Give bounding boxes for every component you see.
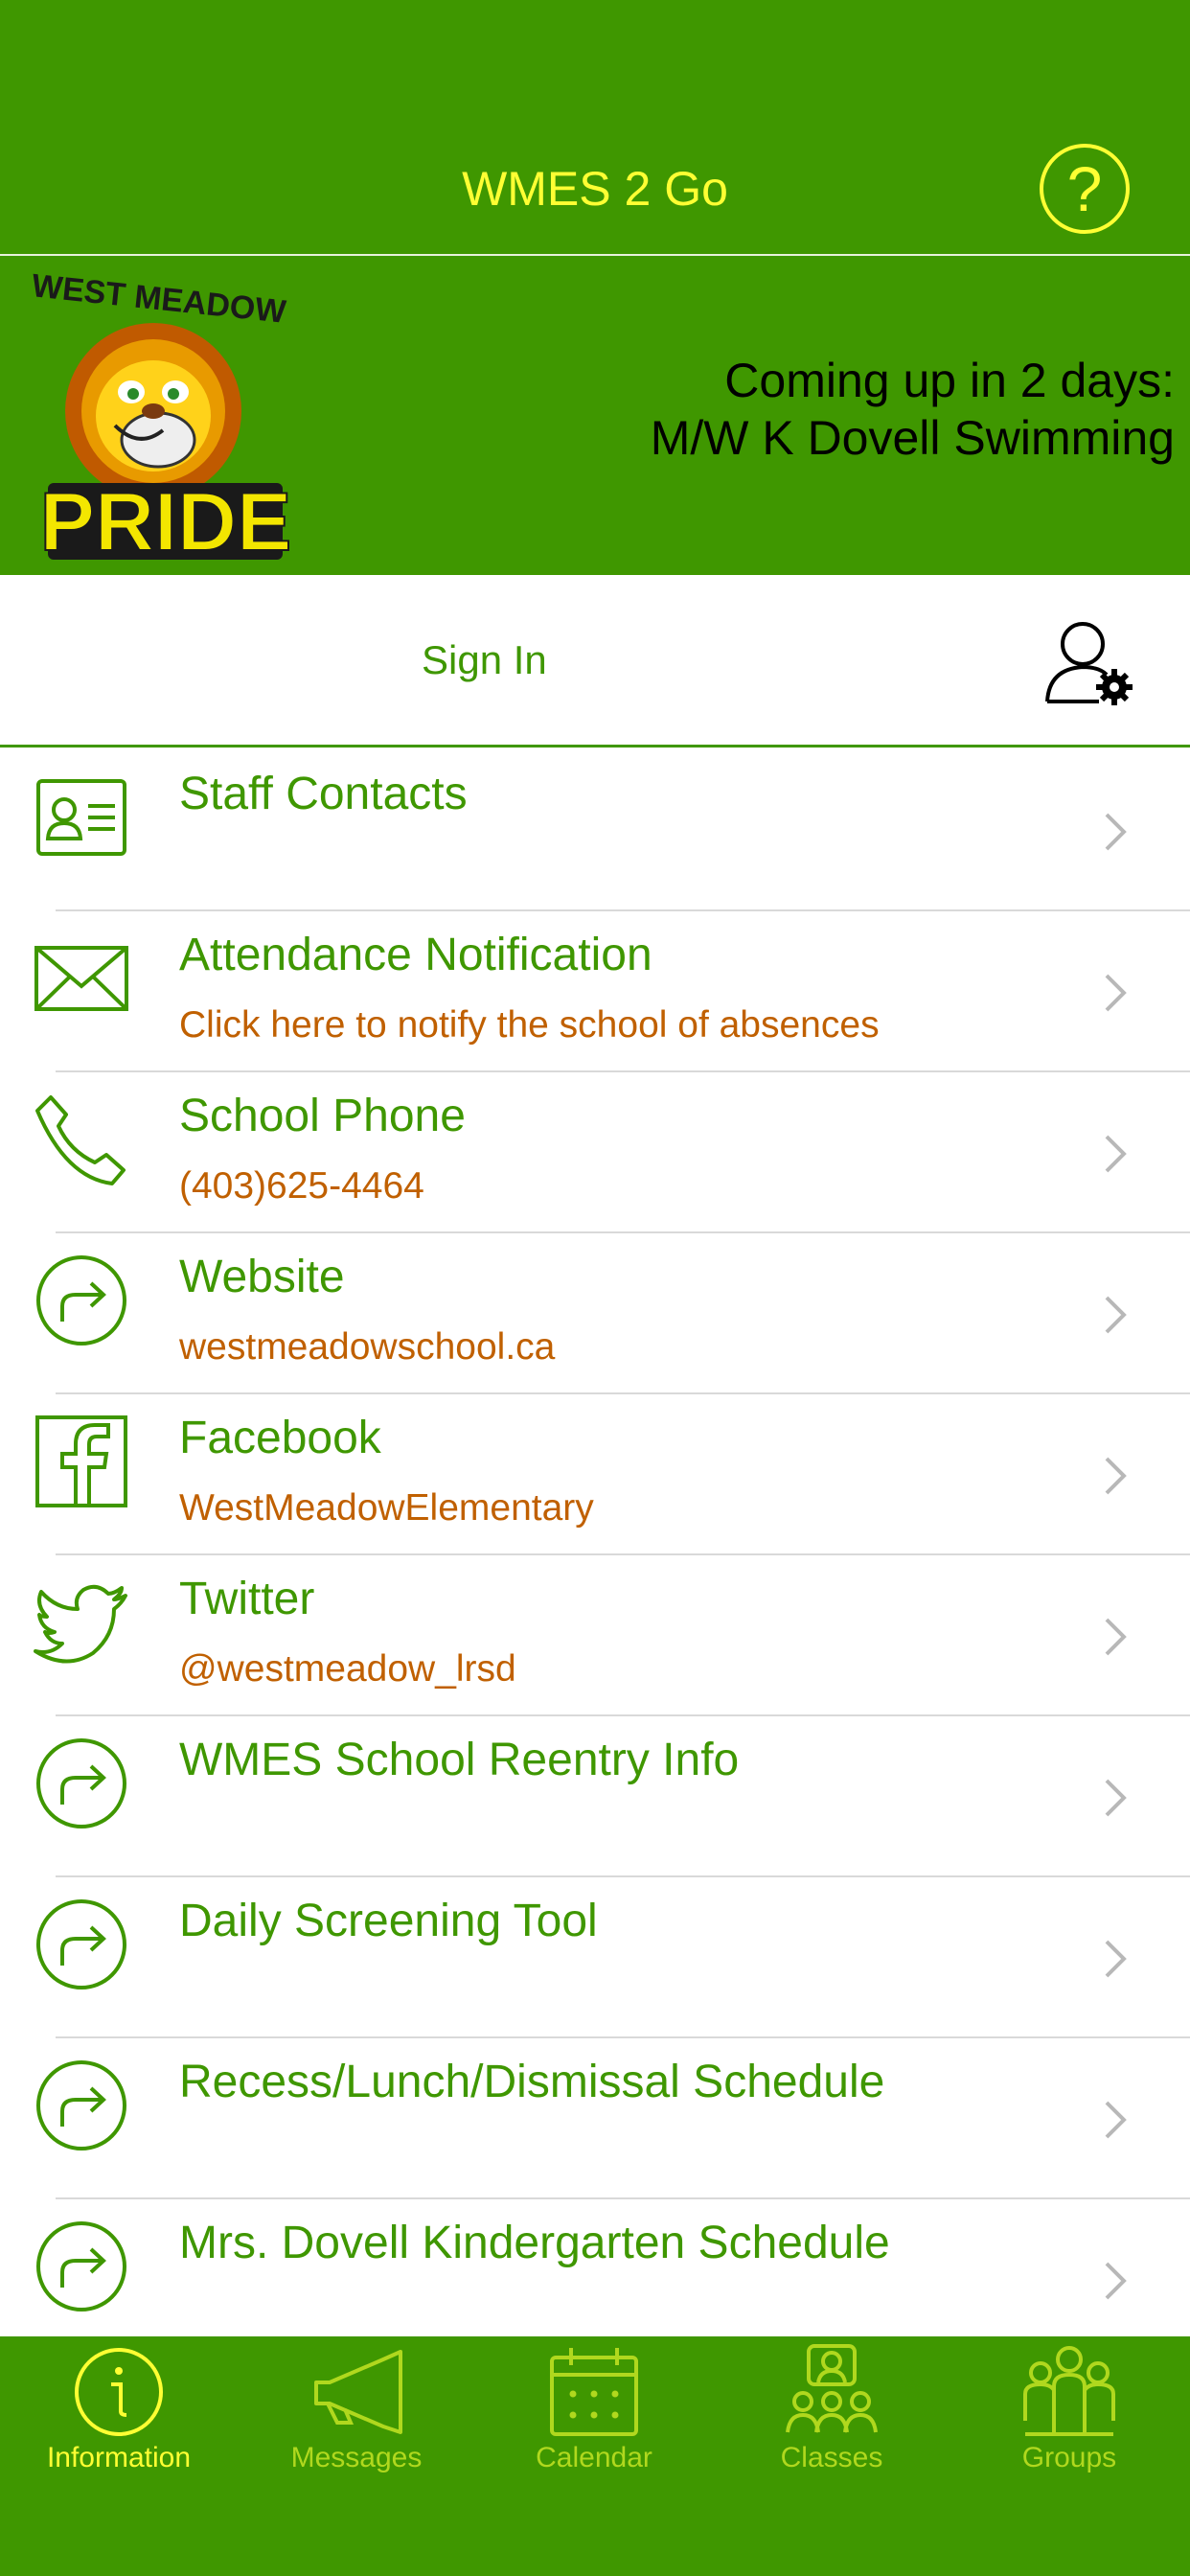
link-arrow-icon [36,1255,126,1346]
tab-label: Messages [290,2442,423,2473]
question-circle-icon: ? [1066,153,1103,224]
list-item-subtitle: westmeadowschool.ca [179,1326,556,1368]
chevron-right-icon [1105,1940,1127,1978]
facebook-icon [35,1415,127,1507]
tab-bar: Information Messages Calendar Classes Groups [0,2336,1190,2576]
list-item[interactable]: Website westmeadowschool.ca [0,1233,1190,1394]
upcoming-event[interactable]: Coming up in 2 days: M/W K Dovell Swimmi… [651,352,1175,467]
list-item-subtitle: WestMeadowElementary [179,1487,594,1529]
list-item-title: School Phone [179,1091,466,1141]
list-item[interactable]: School Phone (403)625-4464 [0,1072,1190,1233]
info-icon [75,2348,163,2436]
list-item[interactable]: Twitter @westmeadow_lrsd [0,1555,1190,1716]
link-arrow-icon [36,2060,126,2150]
chevron-right-icon [1105,2101,1127,2139]
school-logo: WEST MEADOW PRIDE [30,267,292,566]
info-list: Staff Contacts Attendance Notification Cli… [0,750,1190,2360]
megaphone-icon [314,2350,402,2434]
twitter-icon [34,1584,127,1664]
app-title: WMES 2 Go [462,162,728,216]
list-item[interactable]: WMES School Reentry Info [0,1716,1190,1877]
upcoming-event-name: M/W K Dovell Swimming [650,411,1175,465]
signin-bar: Sign In [0,575,1190,748]
phone-icon [35,1095,126,1185]
list-item[interactable]: Recess/Lunch/Dismissal Schedule [0,2038,1190,2199]
envelope-icon [34,946,128,1011]
list-item-subtitle: Click here to notify the school of absen… [179,1004,880,1046]
chevron-right-icon [1105,1457,1127,1495]
chevron-right-icon [1105,974,1127,1012]
chevron-right-icon [1105,1779,1127,1817]
tab-label: Classes [780,2442,883,2473]
tab-label: Calendar [536,2442,652,2473]
chevron-right-icon [1105,2262,1127,2300]
app-header: WMES 2 Go ? [0,0,1190,254]
list-item[interactable]: Attendance Notification Click here to not… [0,911,1190,1072]
list-item-title: Staff Contacts [179,769,468,819]
groups-icon [1023,2346,1115,2436]
tab-groups[interactable]: Groups [950,2336,1188,2490]
list-item-title: Website [179,1252,345,1302]
tab-calendar[interactable]: Calendar [475,2336,713,2490]
calendar-icon [550,2348,638,2436]
list-item-subtitle: (403)625-4464 [179,1165,424,1207]
chevron-right-icon [1105,1618,1127,1656]
svg-text:PRIDE: PRIDE [40,476,292,566]
list-item-subtitle: @westmeadow_lrsd [179,1648,516,1690]
list-item[interactable]: Daily Screening Tool [0,1877,1190,2038]
tab-label: Information [46,2442,192,2473]
list-item-title: Recess/Lunch/Dismissal Schedule [179,2057,885,2107]
list-item-title: Mrs. Dovell Kindergarten Schedule [179,2218,890,2268]
school-banner: WEST MEADOW PRIDE Coming up in 2 days: M… [0,256,1190,575]
svg-text:WEST MEADOW: WEST MEADOW [30,267,288,331]
list-item-title: WMES School Reentry Info [179,1735,740,1785]
list-item-title: Attendance Notification [179,930,652,980]
list-item-title: Twitter [179,1574,315,1624]
link-arrow-icon [36,2221,126,2312]
contact-card-icon [36,779,126,856]
list-item[interactable]: Facebook WestMeadowElementary [0,1394,1190,1555]
classes-icon [786,2344,878,2433]
chevron-right-icon [1105,813,1127,851]
list-item[interactable]: Staff Contacts [0,750,1190,911]
list-item-title: Facebook [179,1413,381,1463]
tab-information[interactable]: Information [0,2336,238,2490]
chevron-right-icon [1105,1296,1127,1334]
link-arrow-icon [36,1899,126,1990]
list-item-title: Daily Screening Tool [179,1896,598,1946]
chevron-right-icon [1105,1135,1127,1173]
tab-classes[interactable]: Classes [713,2336,950,2490]
tab-messages[interactable]: Messages [238,2336,475,2490]
upcoming-event-heading: Coming up in 2 days: [724,354,1175,407]
user-settings-icon[interactable] [1040,613,1135,709]
signin-button[interactable]: Sign In [422,637,547,683]
help-button[interactable]: ? [1040,144,1130,234]
link-arrow-icon [36,1738,126,1828]
tab-label: Groups [1021,2442,1117,2473]
